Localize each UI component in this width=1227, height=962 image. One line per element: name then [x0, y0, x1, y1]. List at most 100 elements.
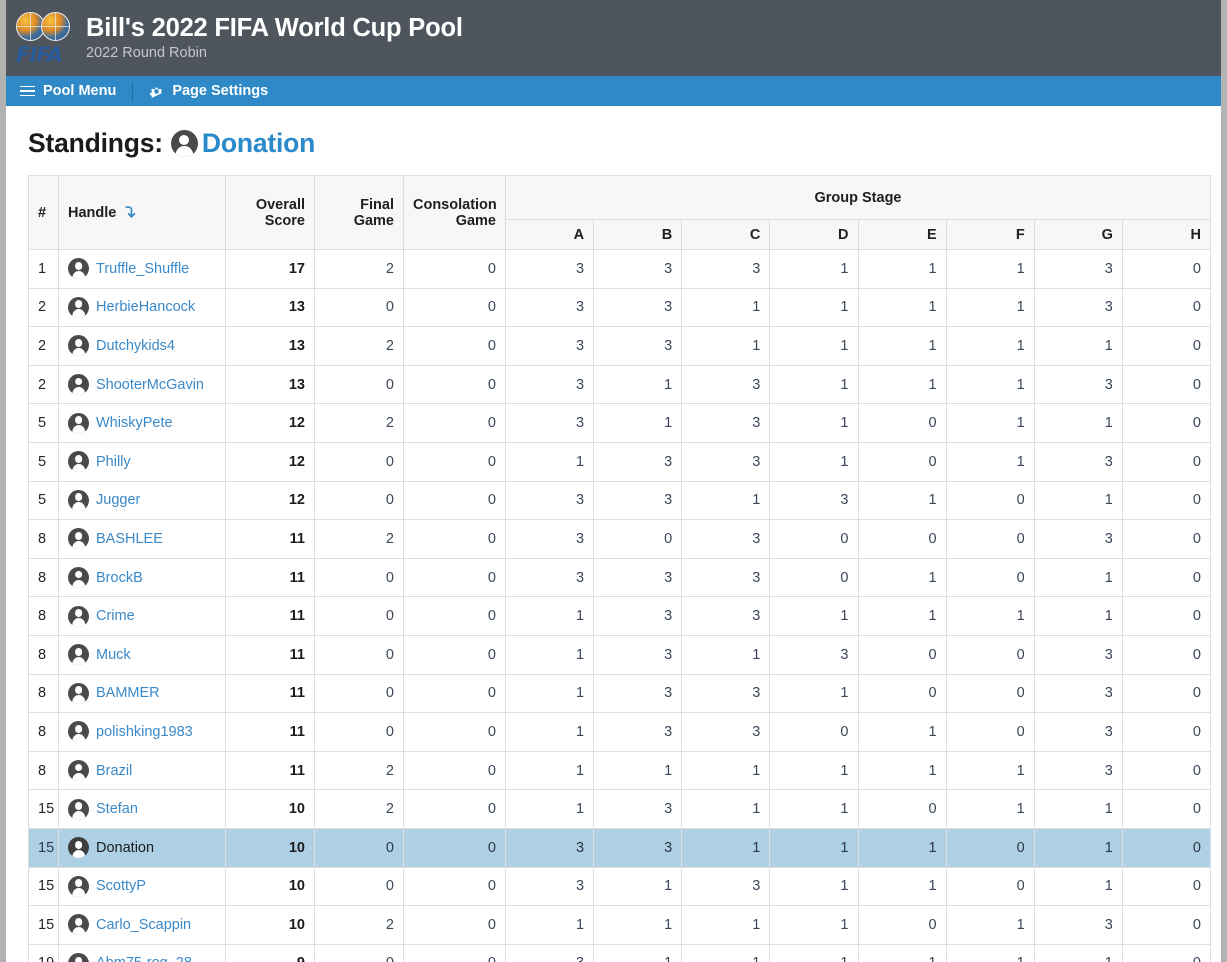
table-row[interactable]: 2 Dutchykids4 13 2 0 3 3 1 1 1 1 1 0 — [28, 326, 1212, 366]
handle-link[interactable]: ScottyP — [96, 878, 146, 894]
handle-link[interactable]: BAMMER — [96, 685, 160, 701]
cell-group-d: 0 — [769, 519, 859, 559]
column-header-group-h[interactable]: H — [1121, 219, 1212, 250]
cell-group-a: 1 — [504, 789, 595, 829]
table-row[interactable]: 19Abm75-rog_2890031111110 — [28, 943, 1212, 962]
handle-link[interactable]: Dutchykids4 — [96, 338, 175, 354]
handle-link[interactable]: Carlo_Scappin — [96, 917, 191, 933]
column-header-group-e[interactable]: E — [857, 219, 947, 250]
column-header-group-f[interactable]: F — [945, 219, 1035, 250]
cell-rank: 5 — [28, 403, 59, 443]
handle-link[interactable]: polishking1983 — [96, 724, 193, 740]
handle-link[interactable]: BASHLEE — [96, 531, 163, 547]
column-header-handle[interactable]: Handle — [58, 175, 226, 250]
handle-cell-content: Philly — [68, 451, 216, 473]
cell-group-d: 1 — [769, 943, 859, 962]
handle-link[interactable]: Donation — [96, 840, 154, 856]
cell-group-a: 1 — [504, 712, 595, 752]
avatar-icon — [68, 875, 89, 897]
cell-group-e: 0 — [857, 403, 947, 443]
handle-link[interactable]: Crime — [96, 608, 135, 624]
cell-group-f: 1 — [945, 789, 1035, 829]
cell-handle: HerbieHancock — [58, 287, 226, 328]
table-row[interactable]: 15 Donation 10 0 0 3 3 1 1 1 0 1 0 — [28, 827, 1212, 868]
column-header-consolation-game[interactable]: Consolation Game — [403, 175, 506, 250]
handle-link[interactable]: Muck — [96, 647, 131, 663]
handle-link[interactable]: BrockB — [96, 570, 143, 586]
cell-consolation-game: 0 — [403, 827, 506, 868]
cell-group-c: 3 — [681, 403, 771, 443]
table-row[interactable]: 5 WhiskyPete 12 2 0 3 1 3 1 0 1 1 0 — [28, 403, 1212, 443]
cell-group-d: 1 — [769, 673, 859, 714]
table-row[interactable]: 15 ScottyP 10 0 0 3 1 3 1 1 0 1 0 — [28, 866, 1212, 907]
cell-group-d: 0 — [769, 712, 859, 752]
handle-link[interactable]: Philly — [96, 454, 131, 470]
cell-group-f: 0 — [945, 673, 1035, 714]
cell-group-h: 0 — [1121, 827, 1212, 868]
table-row[interactable]: 8 BASHLEE 11 2 0 3 0 3 0 0 0 3 0 — [28, 519, 1212, 559]
table-row[interactable]: 8 BrockB 11 0 0 3 3 3 0 1 0 1 0 — [28, 557, 1212, 598]
handle-link[interactable]: Brazil — [96, 763, 132, 779]
cell-group-h: 0 — [1121, 441, 1212, 482]
table-row[interactable]: 8 Muck 11 0 0 1 3 1 3 0 0 3 0 — [28, 634, 1212, 675]
page-settings-button[interactable]: Page Settings — [149, 83, 268, 99]
cell-group-c: 3 — [681, 441, 771, 482]
cell-group-h: 0 — [1121, 905, 1212, 945]
sort-down-arrow-icon[interactable] — [122, 204, 138, 220]
cell-group-e: 1 — [857, 943, 947, 962]
handle-link[interactable]: Truffle_Shuffle — [96, 261, 189, 277]
table-row[interactable]: 8 BAMMER 11 0 0 1 3 3 1 0 0 3 0 — [28, 673, 1212, 714]
cell-group-f: 0 — [945, 634, 1035, 675]
cell-group-f: 1 — [945, 943, 1035, 962]
handle-link[interactable]: Jugger — [96, 492, 140, 508]
table-row[interactable]: 15 Carlo_Scappin 10 2 0 1 1 1 1 0 1 3 0 — [28, 905, 1212, 945]
table-row[interactable]: 5 Philly 12 0 0 1 3 3 1 0 1 3 0 — [28, 441, 1212, 482]
column-header-group-a[interactable]: A — [504, 219, 595, 250]
handle-link[interactable]: Stefan — [96, 801, 138, 817]
header-text-block: Bill's 2022 FIFA World Cup Pool 2022 Rou… — [86, 13, 463, 63]
cell-handle: Donation — [58, 827, 226, 868]
cell-rank: 2 — [28, 326, 59, 366]
cell-overall-score: 11 — [225, 750, 315, 791]
handle-link[interactable]: HerbieHancock — [96, 299, 195, 315]
pool-menu-button[interactable]: Pool Menu — [20, 83, 116, 99]
table-row[interactable]: 8 Crime 11 0 0 1 3 3 1 1 1 1 0 — [28, 596, 1212, 636]
handle-link[interactable]: Abm75-rog_28 — [96, 955, 192, 962]
table-row[interactable]: 15 Stefan 10 2 0 1 3 1 1 0 1 1 0 — [28, 789, 1212, 829]
table-row[interactable]: 5 Jugger 12 0 0 3 3 1 3 1 0 1 0 — [28, 480, 1212, 521]
table-row[interactable]: 2 HerbieHancock 13 0 0 3 3 1 1 1 1 3 0 — [28, 287, 1212, 328]
cell-group-f: 0 — [945, 712, 1035, 752]
cell-group-g: 3 — [1033, 673, 1123, 714]
cell-overall-score: 13 — [225, 326, 315, 366]
cell-rank: 8 — [28, 519, 59, 559]
cell-final-game: 2 — [314, 789, 404, 829]
table-row[interactable]: 8 polishking1983 11 0 0 1 3 3 0 1 0 3 0 — [28, 712, 1212, 752]
column-header-group-c[interactable]: C — [681, 219, 771, 250]
column-header-group-d[interactable]: D — [769, 219, 859, 250]
cell-consolation-game: 0 — [403, 519, 506, 559]
cell-group-c: 1 — [681, 827, 771, 868]
cell-final-game: 0 — [314, 596, 404, 636]
handle-link[interactable]: ShooterMcGavin — [96, 377, 204, 393]
column-header-overall-score[interactable]: Overall Score — [225, 175, 315, 250]
cell-group-b: 0 — [593, 519, 683, 559]
table-row[interactable]: 8 Brazil 11 2 0 1 1 1 1 1 1 3 0 — [28, 750, 1212, 791]
cell-group-b: 1 — [593, 943, 683, 962]
handle-link[interactable]: WhiskyPete — [96, 415, 173, 431]
column-header-final-game[interactable]: Final Game — [314, 175, 404, 250]
handle-cell-content: BrockB — [68, 567, 216, 589]
table-row[interactable]: 2 ShooterMcGavin 13 0 0 3 1 3 1 1 1 3 0 — [28, 364, 1212, 405]
cell-group-d: 1 — [769, 596, 859, 636]
column-header-group-b[interactable]: B — [593, 219, 683, 250]
avatar-icon — [68, 760, 89, 782]
current-user-name[interactable]: Donation — [202, 128, 315, 159]
column-header-rank[interactable]: # — [28, 175, 59, 250]
cell-final-game: 0 — [314, 364, 404, 405]
cell-group-d: 1 — [769, 827, 859, 868]
avatar-icon — [68, 721, 89, 743]
cell-rank: 15 — [28, 866, 59, 907]
table-row[interactable]: 1 Truffle_Shuffle 17 2 0 3 3 3 1 1 1 3 0 — [28, 249, 1212, 289]
column-header-group-g[interactable]: G — [1033, 219, 1123, 250]
cell-group-a: 3 — [504, 249, 595, 289]
cell-handle: WhiskyPete — [58, 403, 226, 443]
